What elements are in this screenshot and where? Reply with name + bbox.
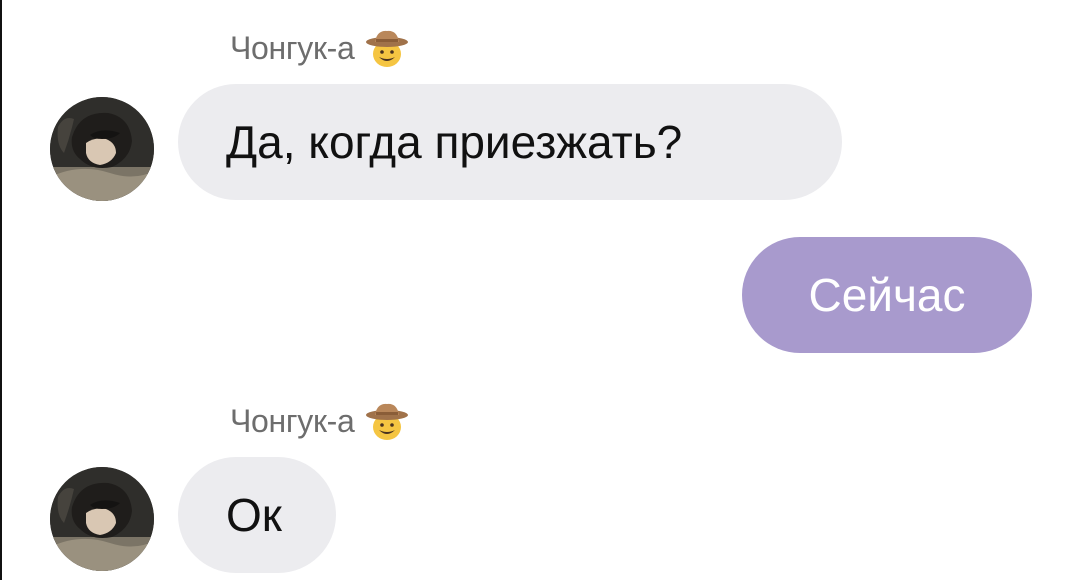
message-text: Да, когда приезжать?: [226, 116, 683, 168]
message-text: Ок: [226, 489, 282, 541]
cowboy-hat-face-icon: [365, 28, 409, 68]
cowboy-hat-face-icon: [365, 401, 409, 441]
chat-screen: Чонгук-а Да, когда приезжать? Сейчас Чон…: [0, 0, 1080, 580]
incoming-message-bubble[interactable]: Ок: [178, 457, 336, 573]
sender-name: Чонгук-а: [230, 30, 355, 66]
outgoing-message-bubble[interactable]: Сейчас: [742, 237, 1032, 353]
sender-label: Чонгук-а: [230, 28, 409, 68]
sender-label: Чонгук-а: [230, 401, 409, 441]
avatar[interactable]: [50, 97, 154, 201]
incoming-message-bubble[interactable]: Да, когда приезжать?: [178, 84, 842, 200]
avatar[interactable]: [50, 467, 154, 571]
message-text: Сейчас: [808, 269, 966, 321]
sender-name: Чонгук-а: [230, 403, 355, 439]
